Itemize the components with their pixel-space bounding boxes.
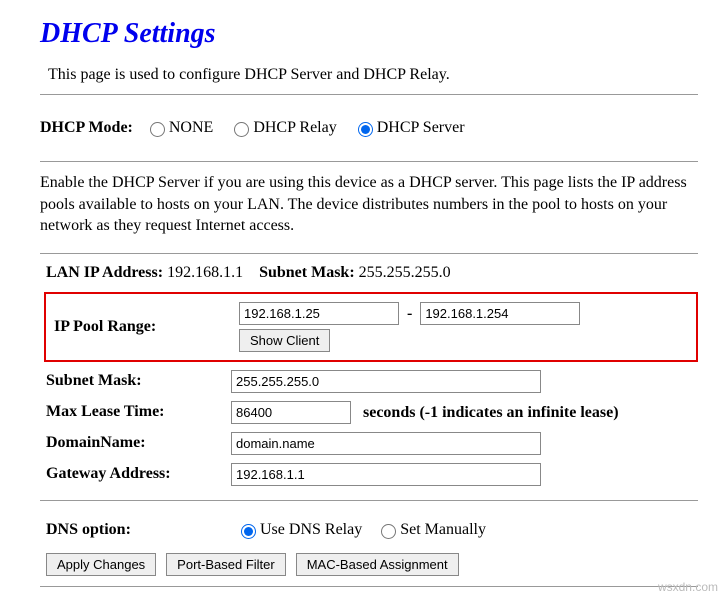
gateway-label: Gateway Address:	[44, 459, 229, 490]
ip-pool-highlight: IP Pool Range: - Show Client	[44, 292, 698, 362]
description-text: Enable the DHCP Server if you are using …	[40, 172, 698, 237]
subnet-mask-label: Subnet Mask:	[44, 366, 229, 397]
radio-relay-input[interactable]	[234, 122, 249, 137]
dhcp-mode-row: DHCP Mode: NONE DHCP Relay DHCP Server	[40, 105, 698, 151]
dhcp-mode-label: DHCP Mode:	[40, 119, 133, 137]
divider	[40, 500, 698, 501]
radio-none-label: NONE	[169, 119, 213, 137]
radio-server[interactable]: DHCP Server	[353, 119, 465, 137]
range-separator-icon: -	[407, 305, 412, 323]
radio-dns-relay-label: Use DNS Relay	[260, 521, 362, 539]
radio-none[interactable]: NONE	[145, 119, 213, 137]
ip-pool-end-input[interactable]	[420, 302, 580, 325]
gateway-row: Gateway Address:	[44, 459, 702, 490]
dns-option-label: DNS option:	[46, 521, 236, 539]
port-based-filter-button[interactable]: Port-Based Filter	[166, 553, 286, 576]
lan-ip-label: LAN IP Address:	[46, 264, 163, 281]
radio-dns-relay-input[interactable]	[241, 524, 256, 539]
radio-none-input[interactable]	[150, 122, 165, 137]
max-lease-row: Max Lease Time: seconds (-1 indicates an…	[44, 397, 702, 428]
watermark-text: wsxdn.com	[658, 580, 718, 594]
divider	[40, 586, 698, 587]
max-lease-label: Max Lease Time:	[44, 397, 229, 428]
radio-dns-manual-input[interactable]	[381, 524, 396, 539]
lan-ip-value: 192.168.1.1	[167, 264, 243, 281]
show-client-button[interactable]: Show Client	[239, 329, 330, 352]
lan-info: LAN IP Address: 192.168.1.1 Subnet Mask:…	[46, 264, 698, 282]
radio-relay-label: DHCP Relay	[253, 119, 336, 137]
apply-changes-button[interactable]: Apply Changes	[46, 553, 156, 576]
ip-pool-start-input[interactable]	[239, 302, 399, 325]
subnet-mask-row: Subnet Mask:	[44, 366, 702, 397]
ip-pool-row: IP Pool Range: - Show Client	[52, 298, 690, 356]
radio-server-input[interactable]	[358, 122, 373, 137]
radio-dns-manual[interactable]: Set Manually	[376, 521, 486, 539]
radio-dns-relay[interactable]: Use DNS Relay	[236, 521, 362, 539]
domain-name-label: DomainName:	[44, 428, 229, 459]
max-lease-suffix: seconds (-1 indicates an infinite lease)	[363, 404, 619, 421]
gateway-input[interactable]	[231, 463, 541, 486]
divider	[40, 94, 698, 95]
page-title: DHCP Settings	[40, 18, 698, 50]
intro-text: This page is used to configure DHCP Serv…	[48, 66, 698, 84]
radio-relay[interactable]: DHCP Relay	[229, 119, 336, 137]
divider	[40, 253, 698, 254]
radio-server-label: DHCP Server	[377, 119, 465, 137]
lan-mask-value: 255.255.255.0	[359, 264, 451, 281]
ip-pool-label: IP Pool Range:	[52, 298, 237, 356]
radio-dns-manual-label: Set Manually	[400, 521, 486, 539]
lan-mask-label: Subnet Mask:	[259, 264, 355, 281]
max-lease-input[interactable]	[231, 401, 351, 424]
action-buttons: Apply Changes Port-Based Filter MAC-Base…	[46, 553, 698, 576]
subnet-mask-input[interactable]	[231, 370, 541, 393]
domain-name-row: DomainName:	[44, 428, 702, 459]
domain-name-input[interactable]	[231, 432, 541, 455]
divider	[40, 161, 698, 162]
mac-based-assignment-button[interactable]: MAC-Based Assignment	[296, 553, 459, 576]
dns-option-row: DNS option: Use DNS Relay Set Manually	[40, 511, 698, 549]
